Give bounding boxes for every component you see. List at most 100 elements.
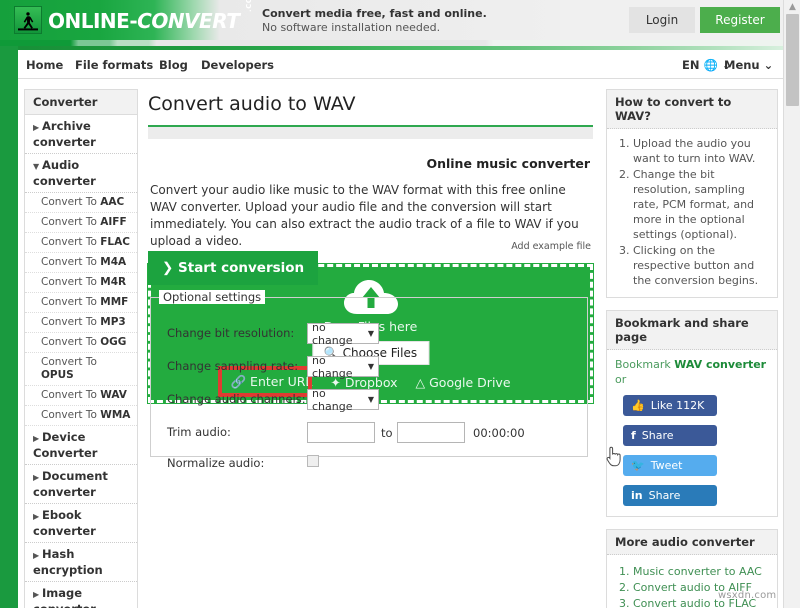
bookmark-prefix: Bookmark: [615, 358, 675, 371]
how-to-step: Upload the audio you want to turn into W…: [633, 136, 769, 166]
twitter-tweet-button[interactable]: 🐦 Tweet: [623, 455, 717, 476]
sidebar-item-format: WAV: [100, 389, 127, 401]
sidebar-item-convert-to-m4r[interactable]: Convert To M4R: [25, 273, 137, 293]
logo-wordmark[interactable]: ONLINE-CONVERT: [48, 9, 240, 33]
chevron-right-icon: ▶: [33, 551, 40, 560]
sidebar-item-convert-to-m4a[interactable]: Convert To M4A: [25, 253, 137, 273]
sidebar-group-audio-converter[interactable]: ▼ Audio converter: [25, 154, 137, 193]
logo-icon[interactable]: [14, 6, 42, 34]
sidebar-item-convert-to-mp3[interactable]: Convert To MP3: [25, 313, 137, 333]
mouse-cursor-pointer-icon: [606, 446, 623, 471]
sidebar-item-prefix: Convert To: [41, 336, 101, 348]
main-column: Convert audio to WAV Online music conver…: [147, 89, 594, 470]
site-header: ONLINE-CONVERT .COM Convert media free, …: [0, 0, 783, 40]
nav-item-developers[interactable]: Developers: [201, 58, 274, 72]
linkedin-icon: in: [631, 489, 643, 502]
sidebar-heading: Converter: [25, 90, 137, 115]
sidebar-group-label: Archive converter: [33, 119, 96, 149]
how-to-step-list: Upload the audio you want to turn into W…: [615, 136, 769, 288]
more-audio-converter-heading: More audio converter: [607, 530, 777, 555]
sidebar-item-convert-to-mmf[interactable]: Convert To MMF: [25, 293, 137, 313]
sidebar-item-convert-to-wma[interactable]: Convert To WMA: [25, 406, 137, 426]
person-silhouette-icon: [18, 12, 38, 31]
sidebar-group-label: Document converter: [33, 469, 108, 499]
sidebar-item-prefix: Convert To: [41, 409, 101, 421]
list-item[interactable]: Music converter to AAC: [633, 564, 769, 579]
sidebar-group-ebook-converter[interactable]: ▶ Ebook converter: [25, 504, 137, 543]
linkedin-share-button[interactable]: in Share: [623, 485, 717, 506]
tagline-line-1: Convert media free, fast and online.: [262, 7, 487, 20]
chevron-right-icon: ▶: [33, 123, 40, 132]
converter-sidebar: Converter ▶ Archive converter ▼ Audio conv…: [24, 89, 138, 608]
sidebar-item-format: M4R: [100, 276, 127, 288]
how-to-body: Upload the audio you want to turn into W…: [607, 129, 777, 297]
sidebar-group-device-converter[interactable]: ▶ Device Converter: [25, 426, 137, 465]
facebook-like-button[interactable]: 👍 Like 112K: [623, 395, 717, 416]
option-label: Change audio channels:: [167, 392, 306, 406]
page-root: ONLINE-CONVERT .COM Convert media free, …: [0, 0, 800, 608]
add-example-file-link[interactable]: Add example file: [511, 241, 591, 252]
sidebar-item-format: OPUS: [41, 369, 74, 381]
sidebar-item-convert-to-flac[interactable]: Convert To FLAC: [25, 233, 137, 253]
chevron-right-icon: ▶: [33, 590, 40, 599]
sidebar-item-format: AAC: [100, 196, 125, 208]
grey-spacer-bar: [148, 127, 593, 139]
sampling-rate-select[interactable]: no change ▼: [307, 353, 379, 380]
sidebar-group-document-converter[interactable]: ▶ Document converter: [25, 465, 137, 504]
nav-item-blog[interactable]: Blog: [159, 58, 188, 72]
select-value: no change: [312, 320, 353, 347]
sidebar-item-convert-to-opus[interactable]: Convert To OPUS: [25, 353, 137, 386]
linkedin-share-label: Share: [648, 489, 681, 502]
list-item-label: Music converter to AAC: [633, 565, 762, 578]
option-label: Change sampling rate:: [167, 359, 299, 373]
sidebar-item-convert-to-aac[interactable]: Convert To AAC: [25, 193, 137, 213]
optional-settings-legend: Optional settings: [159, 290, 266, 304]
option-label: Trim audio:: [167, 425, 231, 439]
option-label: Change bit resolution:: [167, 326, 295, 340]
normalize-audio-checkbox[interactable]: [307, 455, 319, 467]
bit-resolution-select[interactable]: no change ▼: [307, 320, 379, 347]
login-button[interactable]: Login: [629, 7, 695, 33]
page-subtitle: Online music converter: [426, 156, 590, 171]
chevron-down-icon: ▼: [367, 395, 374, 404]
sidebar-item-convert-to-aiff[interactable]: Convert To AIFF: [25, 213, 137, 233]
scroll-up-arrow-icon[interactable]: ▲: [787, 2, 798, 13]
left-green-strip: [0, 46, 18, 608]
sidebar-item-prefix: Convert To: [41, 256, 101, 268]
page-title: Convert audio to WAV: [148, 93, 356, 115]
sidebar-item-prefix: Convert To: [41, 356, 97, 368]
sidebar-group-archive-converter[interactable]: ▶ Archive converter: [25, 115, 137, 154]
vertical-scrollbar[interactable]: ▲: [783, 0, 800, 608]
sidebar-item-prefix: Convert To: [41, 316, 101, 328]
menu-button[interactable]: Menu ⌄: [724, 58, 773, 72]
chevron-right-icon: ▶: [33, 473, 40, 482]
sidebar-item-convert-to-wav[interactable]: Convert To WAV: [25, 386, 137, 406]
bookmark-link[interactable]: WAV converter: [674, 358, 766, 371]
sidebar-item-format: M4A: [100, 256, 127, 268]
nav-item-home[interactable]: Home: [26, 58, 63, 72]
facebook-share-button[interactable]: f Share: [623, 425, 717, 446]
facebook-icon: f: [631, 429, 636, 442]
sidebar-item-convert-to-ogg[interactable]: Convert To OGG: [25, 333, 137, 353]
chevron-down-icon: ⌄: [763, 58, 774, 72]
main-navigation: Home File formats Blog Developers EN 🌐 ⌄…: [18, 50, 783, 79]
scrollbar-thumb[interactable]: [786, 14, 799, 106]
start-conversion-button[interactable]: ❯ Start conversion: [148, 251, 319, 285]
sidebar-item-format: WMA: [100, 409, 131, 421]
sidebar-group-hash-encryption[interactable]: ▶ Hash encryption: [25, 543, 137, 582]
nav-item-file-formats[interactable]: File formats: [75, 58, 153, 72]
logo-text-convert: CONVERT: [137, 9, 240, 33]
language-label: EN: [682, 58, 700, 72]
audio-channels-select[interactable]: no change ▼: [307, 387, 379, 413]
register-button[interactable]: Register: [700, 7, 780, 33]
trim-to-input[interactable]: [397, 422, 465, 443]
right-rail: How to convert to WAV? Upload the audio …: [606, 89, 778, 608]
select-value: no change: [312, 353, 353, 380]
trim-from-input[interactable]: [307, 422, 375, 443]
bookmark-suffix: or: [615, 373, 627, 386]
trim-duration-value: 00:00:00: [473, 426, 525, 440]
chevron-right-icon: ❯: [162, 260, 174, 276]
facebook-like-label: Like 112K: [650, 399, 705, 412]
sidebar-group-image-converter[interactable]: ▶Image converter: [25, 582, 137, 608]
thumbs-up-icon: 👍: [631, 399, 645, 412]
